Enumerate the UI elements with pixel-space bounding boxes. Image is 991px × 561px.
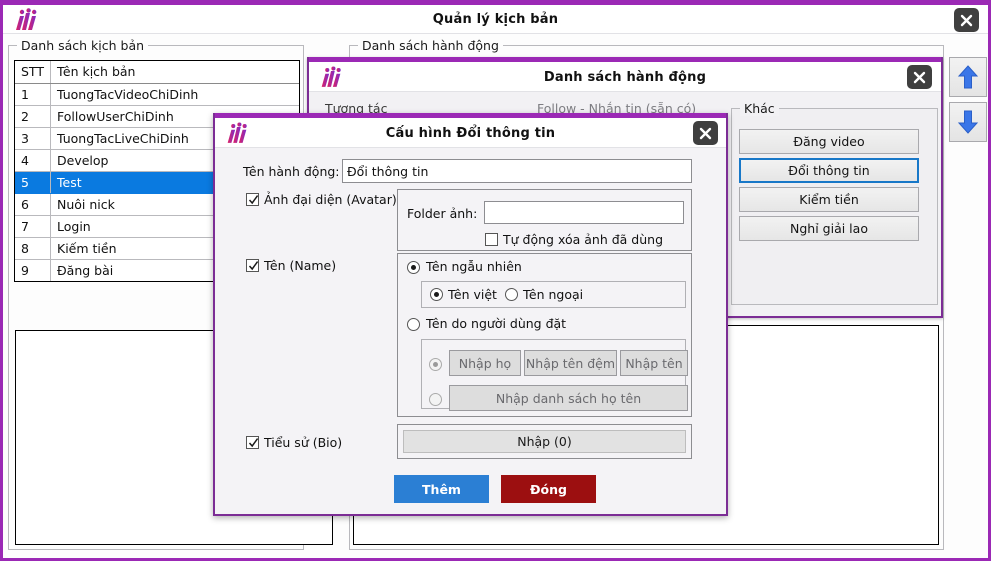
main-titlebar: Quản lý kịch bản <box>3 5 988 34</box>
button-label: Nhập (0) <box>517 434 572 449</box>
move-down-button[interactable] <box>949 102 987 142</box>
radio-custom-name-parts[interactable] <box>429 358 442 371</box>
move-up-button[interactable] <box>949 57 987 97</box>
other-button-nghi-giai-lao[interactable]: Nghỉ giải lao <box>739 216 919 241</box>
row-name: TuongTacVideoChiDinh <box>51 83 300 105</box>
bio-checkbox-label[interactable]: Tiểu sử (Bio) <box>264 435 342 450</box>
input-firstname-button[interactable]: Nhập tên <box>620 350 688 376</box>
add-button[interactable]: Thêm <box>394 475 489 503</box>
row-stt: 1 <box>15 83 51 105</box>
action-window-titlebar: Danh sách hành động <box>309 62 941 92</box>
name-checkbox[interactable] <box>246 259 259 272</box>
button-label: Kiểm tiền <box>799 192 859 207</box>
button-label: Đổi thông tin <box>788 163 869 178</box>
radio-custom-name-label[interactable]: Tên do người dùng đặt <box>426 316 566 331</box>
row-stt: 9 <box>15 259 51 281</box>
table-header-row: STT Tên kịch bản <box>15 61 299 83</box>
table-row[interactable]: 1 TuongTacVideoChiDinh <box>15 83 299 105</box>
main-close-button[interactable] <box>954 8 979 32</box>
radio-foreign-name[interactable] <box>505 288 518 301</box>
row-stt: 6 <box>15 193 51 215</box>
row-stt: 3 <box>15 127 51 149</box>
row-stt: 8 <box>15 237 51 259</box>
auto-delete-checkbox[interactable] <box>485 233 498 246</box>
other-button-kiem-tien[interactable]: Kiểm tiền <box>739 187 919 212</box>
close-dialog-button[interactable]: Đóng <box>501 475 596 503</box>
action-list-group-label: Danh sách hành động <box>358 38 503 53</box>
avatar-checkbox[interactable] <box>246 193 259 206</box>
bio-checkbox[interactable] <box>246 436 259 449</box>
dialog-title: Cấu hình Đổi thông tin <box>215 126 726 141</box>
row-stt: 7 <box>15 215 51 237</box>
button-label: Nghỉ giải lao <box>790 221 868 236</box>
folder-image-input[interactable] <box>484 201 684 224</box>
action-name-input[interactable]: Đổi thông tin <box>342 159 692 183</box>
bio-input-button[interactable]: Nhập (0) <box>403 430 686 453</box>
scenario-list-group-label: Danh sách kịch bản <box>17 38 148 53</box>
avatar-checkbox-label[interactable]: Ảnh đại diện (Avatar) <box>264 192 397 207</box>
other-button-dang-video[interactable]: Đăng video <box>739 129 919 154</box>
radio-custom-name[interactable] <box>407 318 420 331</box>
radio-vietnamese-name[interactable] <box>430 288 443 301</box>
name-checkbox-label[interactable]: Tên (Name) <box>264 258 336 273</box>
arrow-up-icon <box>957 64 979 90</box>
action-name-label: Tên hành động: <box>243 164 340 179</box>
button-label: Nhập họ <box>459 356 511 371</box>
input-middlename-button[interactable]: Nhập tên đệm <box>524 350 617 376</box>
button-label: Nhập tên <box>625 356 682 371</box>
action-window-close-button[interactable] <box>907 65 932 89</box>
table-header-name[interactable]: Tên kịch bản <box>51 61 300 83</box>
radio-vietnamese-name-label[interactable]: Tên việt <box>448 287 497 302</box>
radio-random-name[interactable] <box>407 261 420 274</box>
input-lastname-button[interactable]: Nhập họ <box>449 350 521 376</box>
action-window-title: Danh sách hành động <box>309 70 941 85</box>
row-stt: 2 <box>15 105 51 127</box>
button-label: Thêm <box>422 482 461 497</box>
button-label: Đóng <box>530 482 567 497</box>
radio-custom-name-list[interactable] <box>429 393 442 406</box>
other-group-label: Khác <box>740 101 779 116</box>
config-dialog: Cấu hình Đổi thông tin Tên hành động: Đổ… <box>213 113 728 516</box>
input-fullname-list-button[interactable]: Nhập danh sách họ tên <box>449 385 688 411</box>
action-name-value: Đổi thông tin <box>347 164 428 179</box>
main-window-title: Quản lý kịch bản <box>3 12 988 27</box>
table-header-stt[interactable]: STT <box>15 61 51 83</box>
folder-image-label: Folder ảnh: <box>407 206 477 221</box>
arrow-down-icon <box>957 109 979 135</box>
button-label: Đăng video <box>793 134 864 149</box>
other-button-doi-thong-tin[interactable]: Đổi thông tin <box>739 158 919 183</box>
button-label: Nhập tên đệm <box>526 356 615 371</box>
row-stt: 5 <box>15 171 51 193</box>
auto-delete-label[interactable]: Tự động xóa ảnh đã dùng <box>503 232 663 247</box>
radio-random-name-label[interactable]: Tên ngẫu nhiên <box>426 259 522 274</box>
button-label: Nhập danh sách họ tên <box>496 391 641 406</box>
dialog-close-button[interactable] <box>693 121 718 145</box>
radio-foreign-name-label[interactable]: Tên ngoại <box>523 287 583 302</box>
main-window: Quản lý kịch bản Danh sách kịch bản STT … <box>0 0 991 561</box>
row-stt: 4 <box>15 149 51 171</box>
dialog-titlebar: Cấu hình Đổi thông tin <box>215 118 726 148</box>
